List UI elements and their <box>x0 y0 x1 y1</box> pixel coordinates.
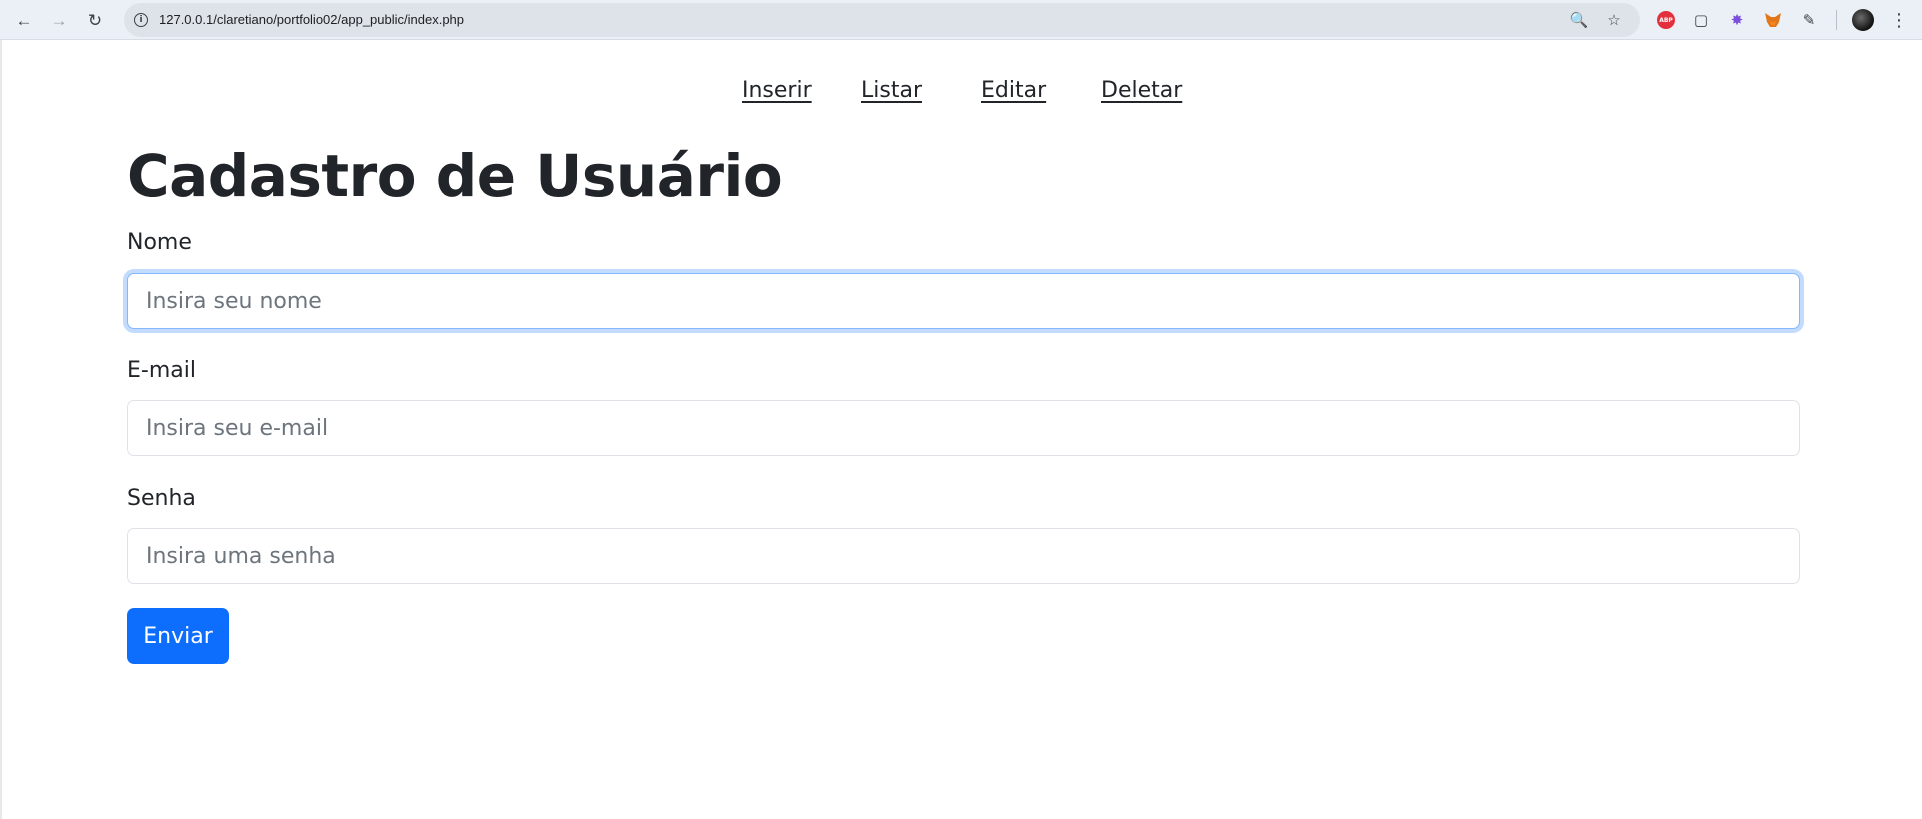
browser-toolbar: ← → ↻ i 127.0.0.1/claretiano/portfolio02… <box>0 0 1922 40</box>
email-label: E-mail <box>127 358 196 383</box>
nav-link-editar[interactable]: Editar <box>981 78 1046 103</box>
password-input[interactable] <box>127 528 1800 584</box>
name-input[interactable] <box>127 273 1800 329</box>
nav-link-deletar[interactable]: Deletar <box>1101 78 1182 103</box>
screenshot-icon[interactable]: ▢ <box>1690 9 1712 31</box>
info-icon[interactable]: i <box>134 13 148 27</box>
submit-button[interactable]: Enviar <box>127 608 229 664</box>
url-text[interactable]: 127.0.0.1/claretiano/portfolio02/app_pub… <box>159 12 464 27</box>
arrow-left-icon: ← <box>15 10 33 30</box>
nav-link-inserir[interactable]: Inserir <box>742 78 812 103</box>
toolbar-divider <box>1836 10 1837 30</box>
name-label: Nome <box>127 230 192 255</box>
avatar[interactable] <box>1852 9 1874 31</box>
arrow-right-icon: → <box>50 10 68 30</box>
puzzle-icon[interactable]: ✎ <box>1798 9 1820 31</box>
reload-button[interactable]: ↻ <box>83 8 107 32</box>
page-title: Cadastro de Usuário <box>127 142 783 210</box>
page-content: Inserir Listar Editar Deletar Cadastro d… <box>0 40 1922 819</box>
adblock-plus-button[interactable]: ABP <box>1655 9 1677 31</box>
zoom-icon[interactable]: 🔍 <box>1570 11 1589 29</box>
reload-icon: ↻ <box>87 10 103 30</box>
address-bar[interactable]: i 127.0.0.1/claretiano/portfolio02/app_p… <box>124 3 1640 37</box>
email-input[interactable] <box>127 400 1800 456</box>
nav-link-listar[interactable]: Listar <box>861 78 922 103</box>
forward-button[interactable]: → <box>47 8 71 32</box>
kebab-menu-icon[interactable]: ⋮ <box>1888 9 1910 31</box>
star-icon[interactable]: ☆ <box>1605 11 1623 29</box>
flower-extension-icon[interactable]: ✸ <box>1726 9 1748 31</box>
metamask-fox-icon[interactable] <box>1762 9 1784 31</box>
top-nav: Inserir Listar Editar Deletar <box>2 78 1922 108</box>
password-label: Senha <box>127 486 196 511</box>
back-button[interactable]: ← <box>12 8 36 32</box>
adblock-plus-icon: ABP <box>1657 11 1675 29</box>
